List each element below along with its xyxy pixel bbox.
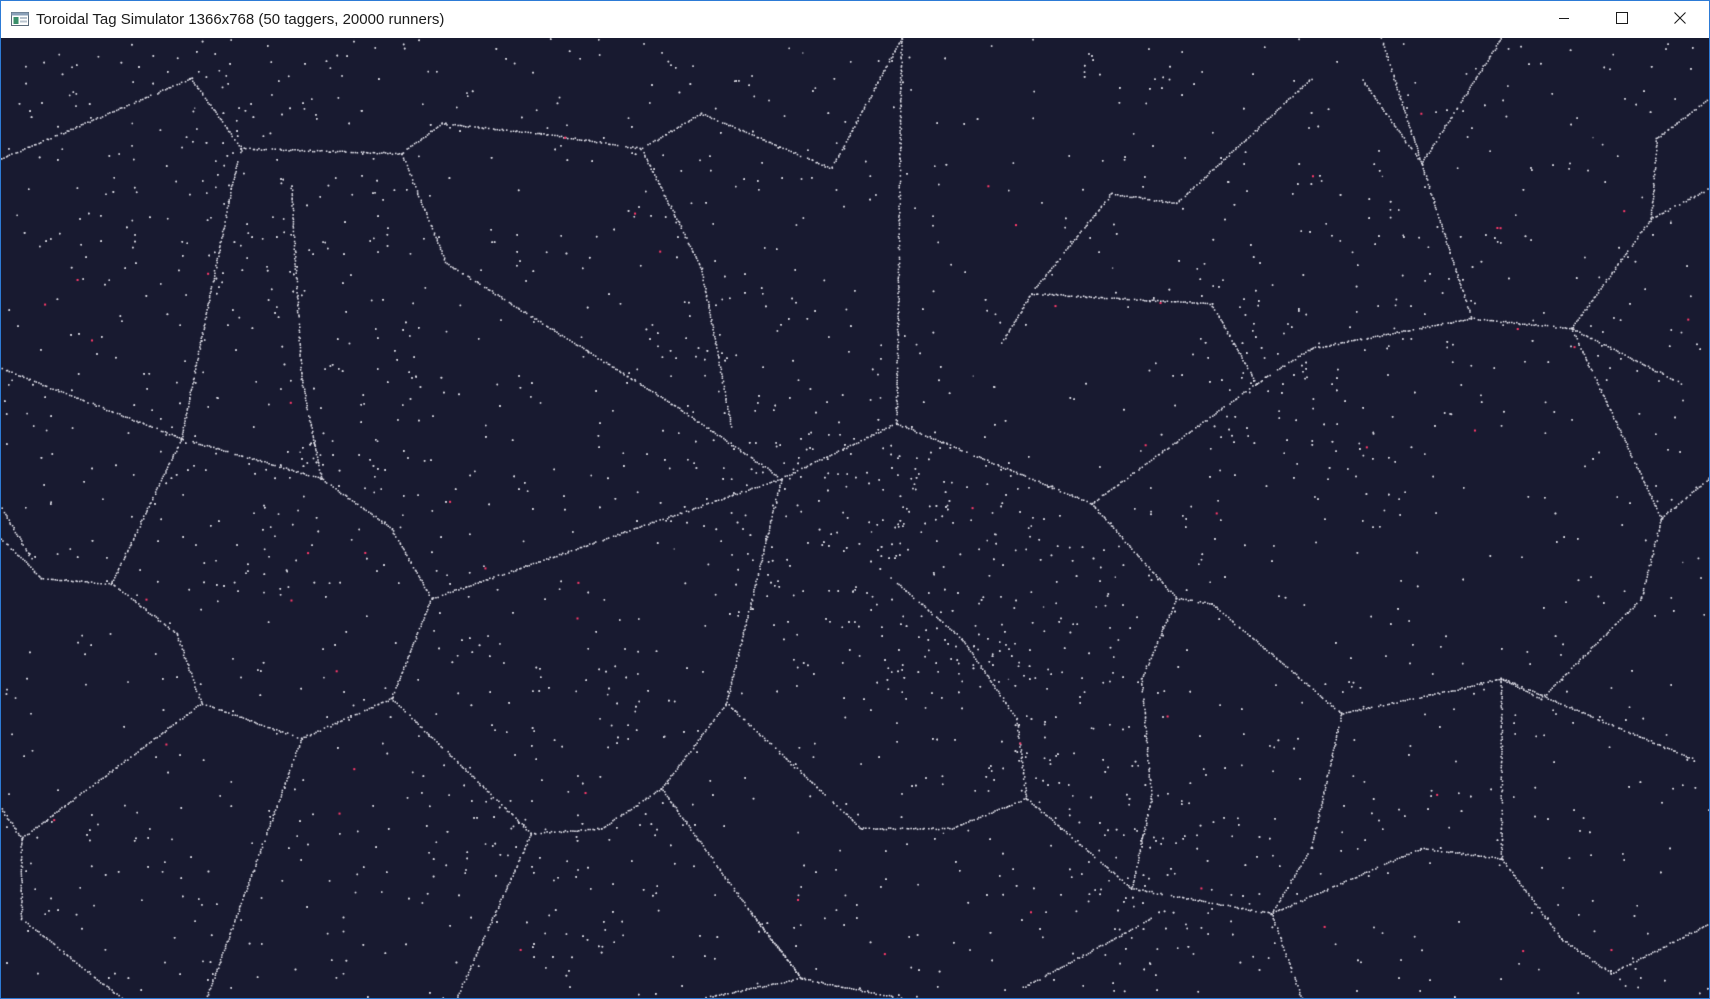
maximize-icon — [1616, 11, 1628, 29]
close-icon — [1674, 11, 1686, 29]
close-button[interactable] — [1651, 1, 1709, 38]
maximize-button[interactable] — [1593, 1, 1651, 38]
minimize-button[interactable] — [1535, 1, 1593, 38]
window-title: Toroidal Tag Simulator 1366x768 (50 tagg… — [36, 11, 445, 28]
simulation-view[interactable] — [1, 38, 1709, 998]
minimize-icon — [1558, 11, 1570, 29]
window-app-icon — [11, 12, 29, 26]
app-window: Toroidal Tag Simulator 1366x768 (50 tagg… — [0, 0, 1710, 999]
simulation-canvas[interactable] — [1, 38, 1709, 998]
title-bar[interactable]: Toroidal Tag Simulator 1366x768 (50 tagg… — [1, 1, 1709, 38]
